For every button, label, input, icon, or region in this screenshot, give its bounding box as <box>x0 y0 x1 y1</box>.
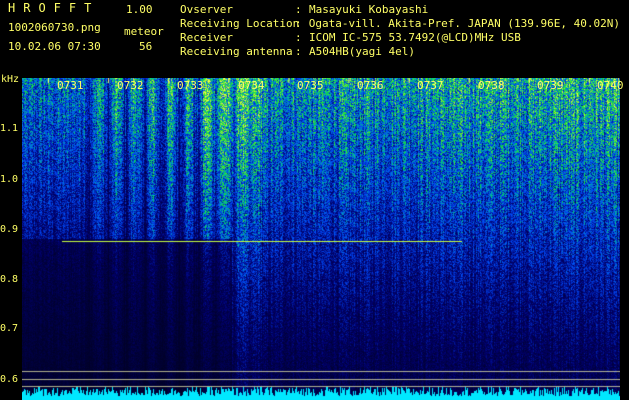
time-tick-label: 0737 <box>417 79 444 92</box>
y-tick-label: 0.7 <box>0 323 19 334</box>
time-tick-label: 0740 <box>597 79 624 92</box>
app-title: HROFFT <box>8 1 100 15</box>
info-value: Ogata-vill. Akita-Pref. JAPAN (139.96E, … <box>308 17 620 30</box>
info-key: Receiving Location <box>180 17 300 30</box>
y-tick-label: 0.6 <box>0 374 19 385</box>
y-tick-label: 0.8 <box>0 274 19 285</box>
info-value: Masayuki Kobayashi <box>309 3 429 16</box>
info-key: Ovserver <box>180 3 233 16</box>
time-tick-label: 0732 <box>117 79 144 92</box>
y-tick-label: 1.1 <box>0 123 19 134</box>
time-tick-label: 0731 <box>57 79 84 92</box>
info-separator: : <box>295 3 309 16</box>
info-row-observer: Ovserver: Masayuki Kobayashi <box>180 3 620 17</box>
info-value: A504HB(yagi 4el) <box>309 45 415 58</box>
info-key: Receiver <box>180 31 233 44</box>
time-tick-label: 0738 <box>478 79 505 92</box>
y-tick-label: 0.9 <box>0 224 19 235</box>
station-info: Ovserver: Masayuki Kobayashi Receiving L… <box>180 3 620 59</box>
info-row-receiver: Receiver: ICOM IC-575 53.7492(@LCD)MHz U… <box>180 31 620 45</box>
info-separator: : <box>295 17 309 30</box>
info-row-location: Receiving Location: Ogata-vill. Akita-Pr… <box>180 17 620 31</box>
time-tick-label: 0733 <box>177 79 204 92</box>
info-value: ICOM IC-575 53.7492(@LCD)MHz USB <box>309 31 521 44</box>
spectrogram-plot <box>22 78 620 400</box>
date-time: 10.02.06 07:30 <box>8 40 101 53</box>
time-tick-label: 0736 <box>357 79 384 92</box>
meteor-count: 56 <box>139 40 153 53</box>
info-separator: : <box>295 31 309 44</box>
time-tick-label: 0735 <box>297 79 324 92</box>
info-row-antenna: Receiving antenna: A504HB(yagi 4el) <box>180 45 620 59</box>
time-tick-label: 0734 <box>238 79 265 92</box>
info-separator: : <box>295 45 309 58</box>
file-name: 1002060730.png <box>8 21 101 34</box>
y-axis-unit: kHz <box>1 74 20 85</box>
app-version: 1.00 <box>126 3 153 16</box>
info-key: Receiving antenna <box>180 45 293 58</box>
mode-label: meteor <box>124 25 164 38</box>
time-tick-label: 0739 <box>537 79 564 92</box>
y-tick-label: 1.0 <box>0 174 19 185</box>
